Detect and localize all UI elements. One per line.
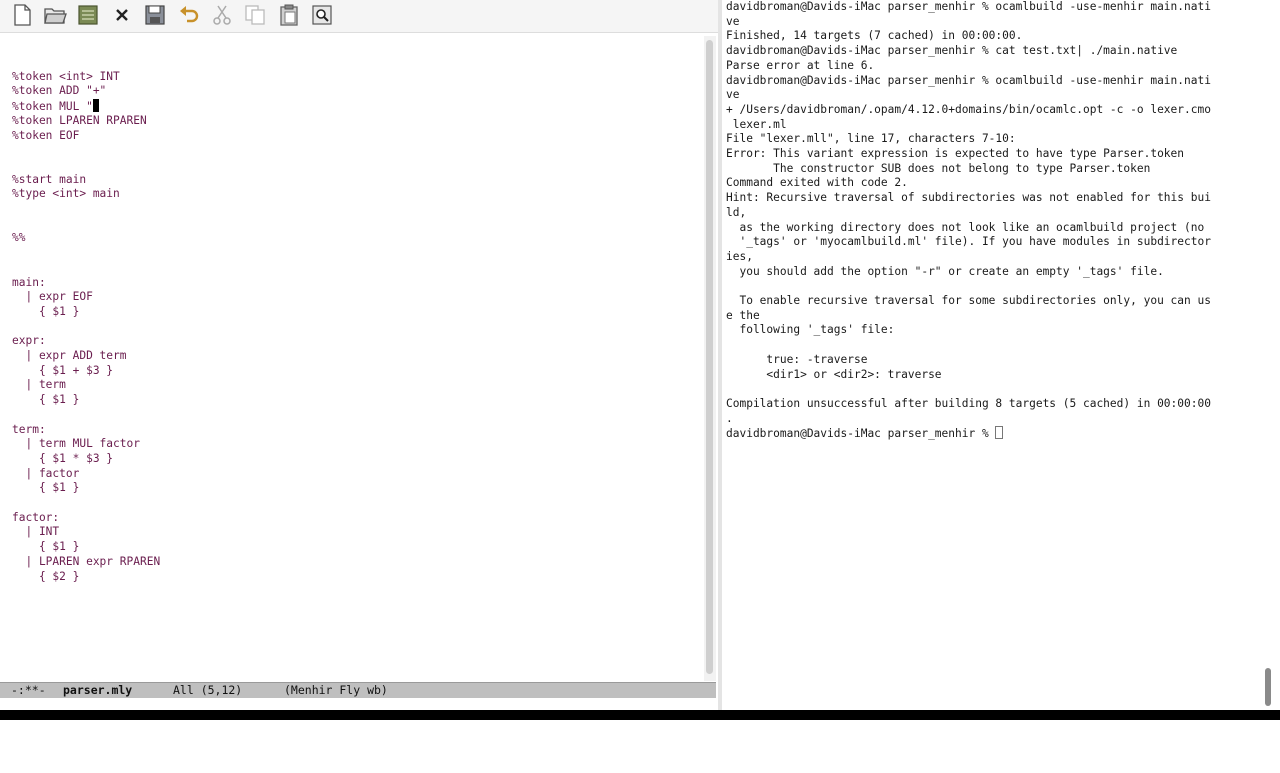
terminal-line: '_tags' or 'myocamlbuild.ml' file). If y… [726, 235, 1211, 249]
terminal-line: ies, [726, 249, 753, 263]
terminal-line: davidbroman@Davids-iMac parser_menhir % … [726, 44, 1178, 58]
terminal-line: . [726, 411, 733, 425]
terminal-line: ve [726, 14, 740, 28]
code-line: main: [12, 275, 46, 289]
code-line: expr: [12, 334, 46, 348]
code-line: | expr EOF [12, 290, 93, 304]
code-line: %token EOF [12, 128, 80, 142]
code-line: { $1 } [12, 393, 80, 407]
copy-icon[interactable] [241, 2, 269, 28]
terminal-scrollbar[interactable] [1265, 668, 1271, 706]
terminal-line: File "lexer.mll", line 17, characters 7-… [726, 132, 1016, 146]
terminal-line: davidbroman@Davids-iMac parser_menhir % … [726, 73, 1211, 87]
terminal-line: Error: This variant expression is expect… [726, 147, 1185, 160]
terminal-line: Hint: Recursive traversal of subdirector… [726, 191, 1211, 205]
code-line: { $1 } [12, 304, 80, 318]
text-cursor [92, 99, 100, 113]
modeline-position: All (5,12) [173, 683, 243, 697]
paste-icon[interactable] [275, 2, 303, 28]
code-line: %type <int> main [12, 187, 120, 201]
terminal-line: The constructor SUB does not belong to t… [726, 161, 1151, 175]
code-line: | LPAREN expr RPAREN [12, 554, 161, 568]
terminal-line: you should add the option "-r" or create… [726, 264, 1164, 278]
terminal-line: To enable recursive traversal for some s… [726, 294, 1211, 307]
terminal-line: Compilation unsuccessful after building … [726, 396, 1211, 410]
open-folder-icon[interactable] [41, 2, 69, 28]
code-line: factor: [12, 510, 60, 524]
emacs-editor-window: %token <int> INT %token ADD "+" %token MUL… [0, 0, 720, 720]
mode-line: -:**- parser.mly All (5,12) (Menhir Fly … [0, 682, 716, 698]
terminal-line: ld, [726, 205, 747, 219]
code-line: | term MUL factor [12, 437, 140, 451]
code-line: | factor [12, 466, 80, 480]
code-line: %start main [12, 172, 87, 186]
save-icon[interactable] [141, 2, 169, 28]
terminal-line: true: -traverse [726, 352, 868, 366]
terminal-line: <dir1> or <dir2>: traverse [726, 367, 942, 381]
undo-icon[interactable] [175, 2, 203, 28]
code-line: | INT [12, 525, 60, 539]
code-line: term: [12, 422, 46, 436]
terminal-line: davidbroman@Davids-iMac parser_menhir % [726, 426, 1004, 441]
minibuffer[interactable] [0, 698, 718, 710]
editor-scrollbar[interactable] [704, 36, 716, 681]
code-line: %token <int> INT [12, 69, 120, 83]
modeline-buffer-name: parser.mly [63, 683, 133, 697]
search-icon[interactable] [308, 2, 336, 28]
terminal-cursor [995, 426, 1004, 440]
terminal-line: following '_tags' file: [726, 323, 895, 337]
code-line: { $1 + $3 } [12, 363, 114, 377]
code-line: %token MUL " [12, 99, 100, 114]
code-buffer[interactable]: %token <int> INT %token ADD "+" %token MUL… [0, 33, 703, 683]
terminal-line: Finished, 14 targets (7 cached) in 00:00… [726, 29, 1023, 43]
terminal-line: as the working directory does not look l… [726, 220, 1205, 234]
terminal-line: ve [726, 88, 740, 102]
code-line: %token LPAREN RPAREN [12, 113, 147, 127]
screen-bottom-edge [0, 710, 1280, 720]
code-line: { $2 } [12, 569, 80, 583]
terminal-line: e the [726, 308, 760, 322]
close-icon[interactable] [108, 2, 136, 28]
code-line: { $1 * $3 } [12, 451, 114, 465]
terminal-line: Command exited with code 2. [726, 176, 908, 190]
editor-scrollbar-thumb[interactable] [706, 40, 713, 674]
dired-icon[interactable] [74, 2, 102, 28]
cut-icon[interactable] [208, 2, 236, 28]
code-line: | expr ADD term [12, 349, 127, 362]
terminal-window[interactable]: davidbroman@Davids-iMac parser_menhir % … [722, 0, 1280, 712]
code-line: { $1 } [12, 540, 80, 554]
code-line: %% [12, 231, 26, 245]
code-line: | term [12, 378, 66, 392]
editor-toolbar [0, 0, 720, 33]
modeline-status: -:**- [11, 683, 46, 697]
terminal-line: Parse error at line 6. [726, 58, 875, 72]
terminal-line: lexer.ml [726, 117, 787, 131]
code-line: %token ADD "+" [12, 84, 107, 98]
new-file-icon[interactable] [8, 2, 36, 28]
terminal-line: davidbroman@Davids-iMac parser_menhir % … [726, 0, 1211, 13]
code-line: { $1 } [12, 481, 80, 495]
modeline-major-mode: (Menhir Fly wb) [284, 683, 388, 697]
terminal-line: + /Users/davidbroman/.opam/4.12.0+domain… [726, 102, 1211, 116]
